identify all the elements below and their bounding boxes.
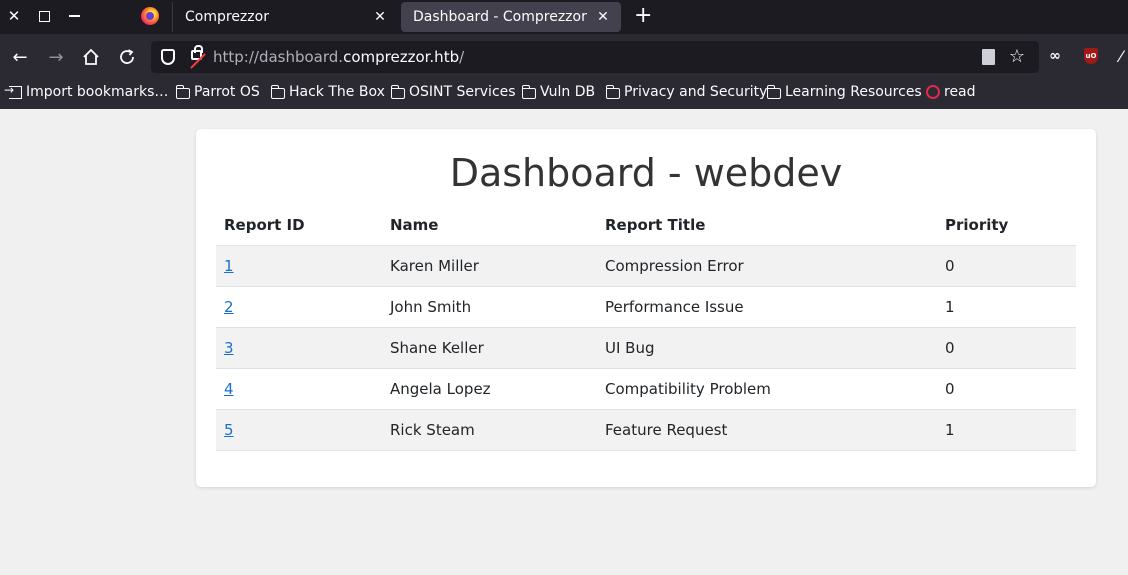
- read-icon: [926, 85, 940, 99]
- tab-comprezzor[interactable]: Comprezzor ✕: [172, 2, 398, 32]
- report-id-link[interactable]: 1: [224, 257, 234, 275]
- priority-cell: 1: [937, 286, 1076, 328]
- bookmark-read[interactable]: read: [926, 84, 976, 100]
- name-cell: Karen Miller: [382, 245, 597, 287]
- bookmark-label: Parrot OS: [194, 84, 260, 100]
- page-title: Dashboard - webdev: [449, 151, 843, 195]
- table-row: 3 Shane Keller UI Bug 0: [216, 327, 1076, 369]
- bookmark-learning-resources[interactable]: Learning Resources: [766, 84, 922, 100]
- report-id-cell: 2: [216, 286, 382, 328]
- back-arrow-icon[interactable]: ←: [9, 46, 31, 68]
- dashboard-card: Dashboard - webdev Report ID Name Report…: [196, 129, 1096, 487]
- url-bar[interactable]: http://dashboard.comprezzor.htb/ ☆: [151, 41, 1039, 73]
- folder-icon: [390, 84, 405, 99]
- insecure-lock-icon[interactable]: [191, 45, 203, 60]
- url-prefix: http://dashboard.: [213, 48, 344, 66]
- page-content: Dashboard - webdev Report ID Name Report…: [0, 109, 1128, 575]
- import-icon: [4, 83, 22, 99]
- report-id-cell: 5: [216, 409, 382, 451]
- url-text[interactable]: http://dashboard.comprezzor.htb/: [213, 48, 464, 66]
- bookmark-parrot-os[interactable]: Parrot OS: [175, 84, 260, 100]
- tracking-shield-icon[interactable]: [161, 49, 175, 65]
- folder-icon: [521, 84, 536, 99]
- tab-title: Comprezzor: [185, 9, 269, 25]
- table-row: 1 Karen Miller Compression Error 0: [216, 245, 1076, 287]
- reports-table: Report ID Name Report Title Priority 1 K…: [216, 205, 1076, 451]
- firefox-icon[interactable]: [141, 7, 159, 25]
- close-tab-icon[interactable]: ✕: [372, 9, 388, 25]
- bookmark-label: Hack The Box: [289, 84, 385, 100]
- priority-cell: 0: [937, 327, 1076, 369]
- name-cell: Angela Lopez: [382, 368, 597, 410]
- window-close-icon[interactable]: ✕: [4, 7, 24, 25]
- bookmark-star-icon[interactable]: ☆: [1009, 46, 1025, 67]
- report-title-cell: UI Bug: [597, 327, 937, 369]
- bookmark-label: Import bookmarks…: [26, 84, 169, 100]
- tab-dashboard[interactable]: Dashboard - Comprezzor ✕: [401, 2, 621, 32]
- forward-arrow-icon[interactable]: →: [45, 46, 67, 68]
- column-header-report-id: Report ID: [216, 205, 382, 246]
- report-title-cell: Performance Issue: [597, 286, 937, 328]
- report-id-link[interactable]: 5: [224, 421, 234, 439]
- window-maximize-icon[interactable]: [34, 7, 54, 25]
- bookmark-osint-services[interactable]: OSINT Services: [390, 84, 516, 100]
- reload-icon[interactable]: [116, 46, 138, 68]
- report-title-cell: Feature Request: [597, 409, 937, 451]
- reader-view-icon[interactable]: [982, 49, 995, 65]
- bookmark-label: OSINT Services: [409, 84, 516, 100]
- home-icon[interactable]: [80, 46, 102, 68]
- column-header-name: Name: [382, 205, 597, 246]
- folder-icon: [766, 84, 781, 99]
- bookmark-label: Vuln DB: [540, 84, 596, 100]
- column-header-priority: Priority: [937, 205, 1076, 246]
- folder-icon: [175, 84, 190, 99]
- bookmarks-toolbar: Import bookmarks… Parrot OS Hack The Box…: [0, 78, 1128, 109]
- report-id-cell: 3: [216, 327, 382, 369]
- url-suffix: /: [459, 48, 465, 66]
- extension-mask-icon[interactable]: ∞: [1045, 46, 1065, 66]
- ublock-origin-icon[interactable]: uO: [1082, 46, 1100, 66]
- bookmark-label: Privacy and Security: [624, 84, 768, 100]
- report-title-cell: Compression Error: [597, 245, 937, 287]
- bookmark-label: read: [944, 84, 976, 100]
- table-row: 2 John Smith Performance Issue 1: [216, 286, 1076, 328]
- bookmark-vuln-db[interactable]: Vuln DB: [521, 84, 596, 100]
- report-title-cell: Compatibility Problem: [597, 368, 937, 410]
- priority-cell: 0: [937, 368, 1076, 410]
- report-id-cell: 4: [216, 368, 382, 410]
- bookmark-privacy-and-security[interactable]: Privacy and Security: [605, 84, 768, 100]
- report-id-link[interactable]: 3: [224, 339, 234, 357]
- folder-icon: [270, 84, 285, 99]
- new-tab-plus-icon[interactable]: +: [634, 4, 652, 28]
- report-id-link[interactable]: 2: [224, 298, 234, 316]
- window-minimize-icon[interactable]: [64, 7, 84, 25]
- priority-cell: 0: [937, 245, 1076, 287]
- name-cell: Rick Steam: [382, 409, 597, 451]
- tab-bar: ✕ Comprezzor ✕ Dashboard - Comprezzor ✕ …: [0, 0, 1128, 34]
- name-cell: John Smith: [382, 286, 597, 328]
- priority-cell: 1: [937, 409, 1076, 451]
- report-id-link[interactable]: 4: [224, 380, 234, 398]
- extension-tool-icon[interactable]: ⁄: [1114, 46, 1128, 66]
- bookmark-hack-the-box[interactable]: Hack The Box: [270, 84, 385, 100]
- name-cell: Shane Keller: [382, 327, 597, 369]
- url-host: comprezzor.htb: [343, 48, 460, 66]
- close-tab-icon[interactable]: ✕: [595, 9, 611, 25]
- bookmark-label: Learning Resources: [785, 84, 922, 100]
- tab-title: Dashboard - Comprezzor: [413, 9, 587, 25]
- navigation-toolbar: ← → http://dashboard.comprezzor.htb/ ☆ ∞…: [0, 34, 1128, 78]
- report-id-cell: 1: [216, 245, 382, 287]
- table-header-row: Report ID Name Report Title Priority: [216, 205, 1076, 246]
- bookmark-import[interactable]: Import bookmarks…: [4, 83, 169, 101]
- column-header-report-title: Report Title: [597, 205, 937, 246]
- table-row: 4 Angela Lopez Compatibility Problem 0: [216, 368, 1076, 410]
- table-row: 5 Rick Steam Feature Request 1: [216, 409, 1076, 451]
- folder-icon: [605, 84, 620, 99]
